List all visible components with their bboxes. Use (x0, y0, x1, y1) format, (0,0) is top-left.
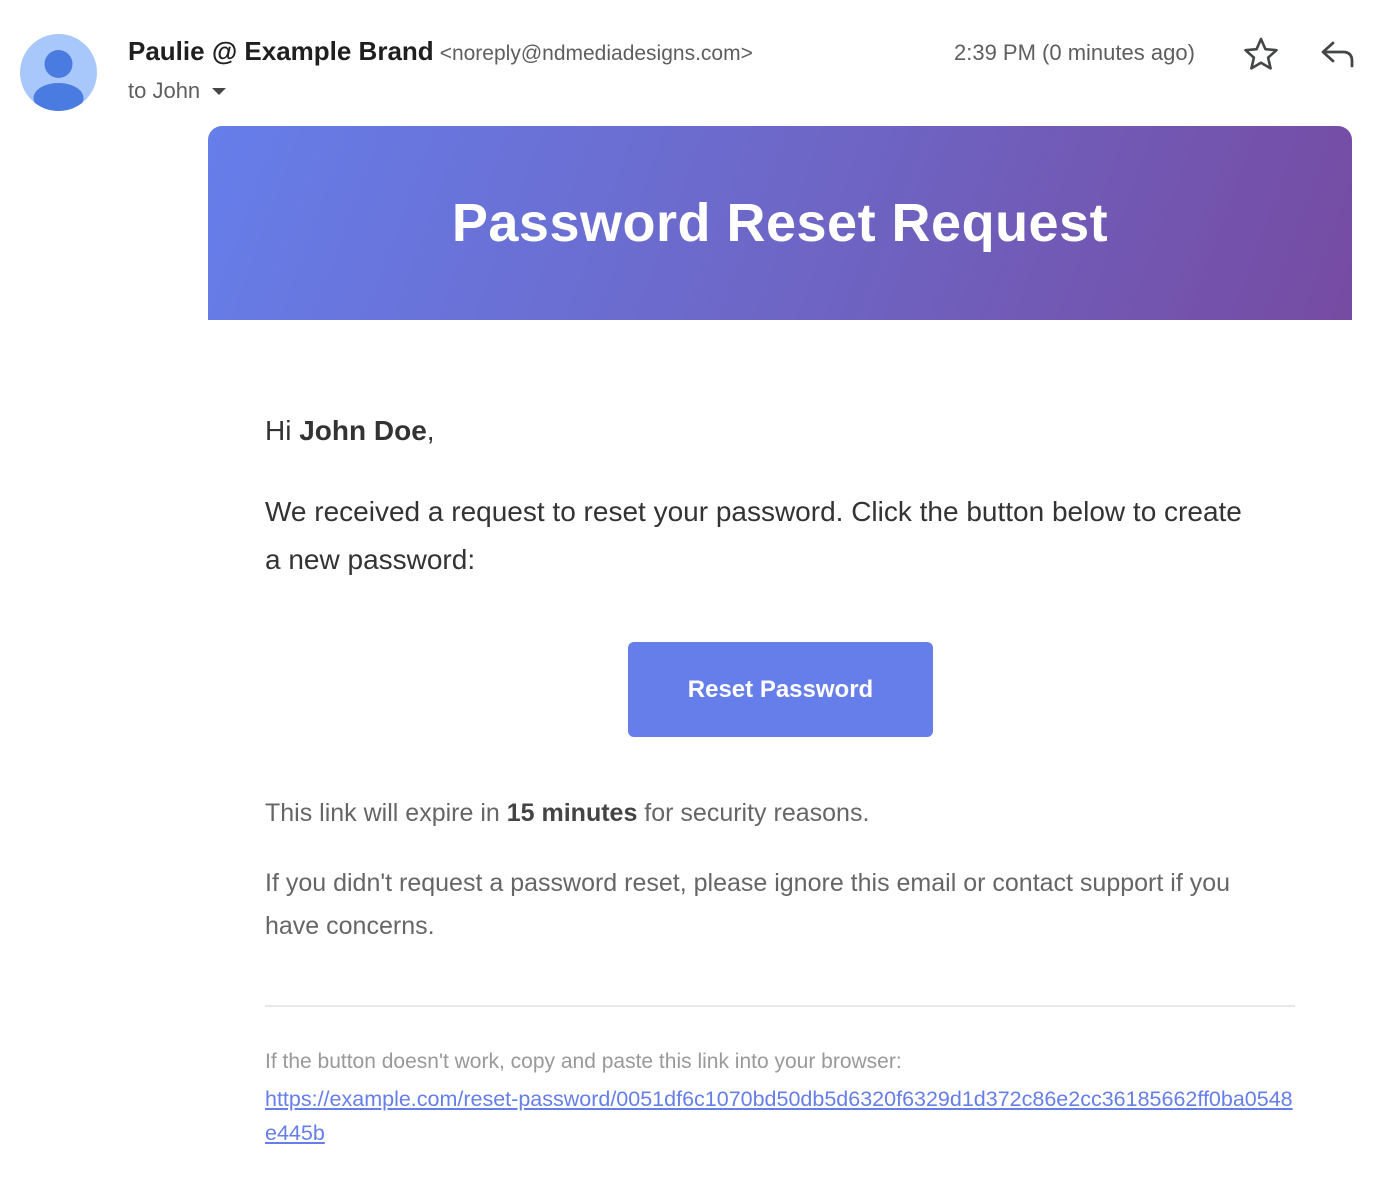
recipient-label: to John (128, 78, 201, 103)
email-body: Password Reset Request Hi John Doe, We r… (208, 126, 1352, 1166)
star-outline-icon (1244, 37, 1278, 70)
recipient-details[interactable]: to John (128, 78, 227, 104)
expire-time: 15 minutes (506, 799, 638, 827)
ignore-notice: If you didn't request a password reset, … (265, 869, 1231, 940)
greeting: Hi John Doe, (265, 415, 435, 447)
reset-link[interactable]: https://example.com/reset-password/0051d… (265, 1082, 1295, 1150)
default-avatar-icon (33, 50, 84, 111)
banner-title: Password Reset Request (451, 193, 1109, 253)
reply-button[interactable] (1318, 36, 1358, 72)
timestamp: 2:39 PM (0 minutes ago) (954, 40, 1195, 65)
expiry-notice: This link will expire in 15 minutes for … (265, 799, 869, 828)
greeting-name: John Doe (299, 415, 427, 446)
expire-suffix: for security reasons. (637, 799, 870, 827)
star-button[interactable] (1242, 36, 1280, 72)
chevron-down-icon[interactable] (212, 87, 227, 95)
divider (265, 1005, 1295, 1007)
reset-password-button[interactable]: Reset Password (628, 642, 933, 737)
avatar[interactable] (20, 34, 97, 111)
email-banner: Password Reset Request (208, 126, 1352, 320)
fallback-instructions: If the button doesn't work, copy and pas… (265, 1050, 902, 1073)
reply-arrow-icon (1321, 41, 1354, 68)
expire-prefix: This link will expire in (265, 799, 507, 827)
intro-paragraph: We received a request to reset your pass… (265, 496, 1242, 575)
greeting-suffix: , (426, 415, 435, 446)
sender-name[interactable]: Paulie @ Example Brand (128, 36, 434, 66)
sender-line: Paulie @ Example Brand <noreply@ndmediade… (128, 36, 753, 67)
greeting-prefix: Hi (265, 415, 300, 446)
sender-email: <noreply@ndmediadesigns.com> (439, 42, 753, 65)
